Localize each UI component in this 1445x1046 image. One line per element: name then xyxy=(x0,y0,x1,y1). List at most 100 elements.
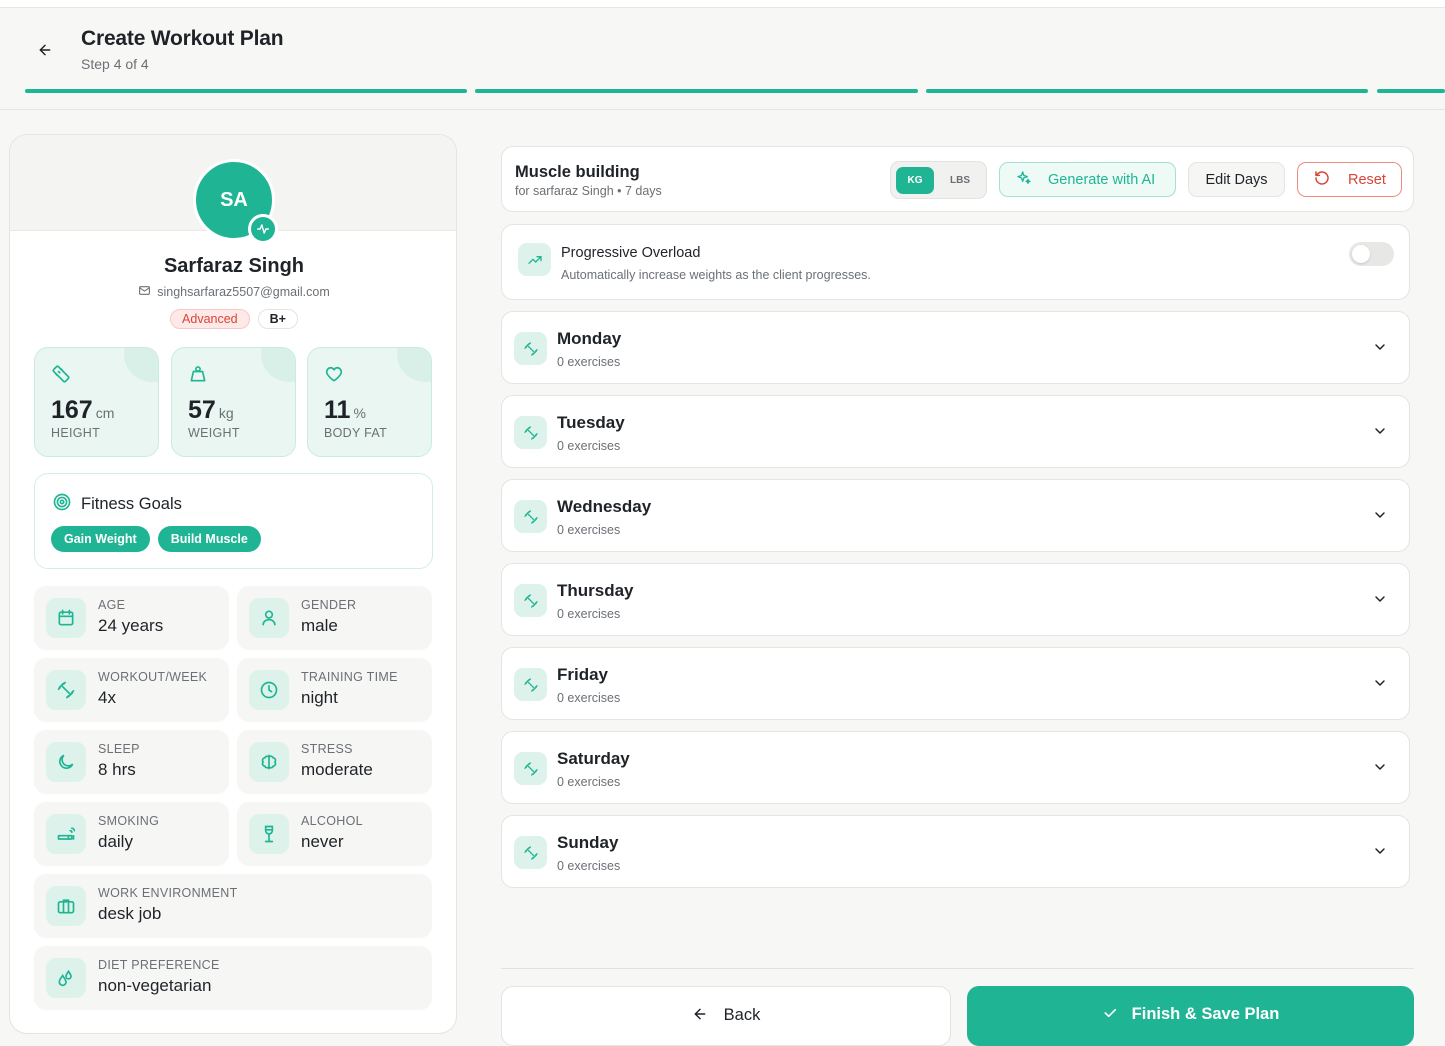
info-value: 8 hrs xyxy=(98,760,136,779)
reset-button[interactable]: Reset xyxy=(1297,162,1402,197)
stat-label: WEIGHT xyxy=(188,426,240,440)
day-exercise-count: 0 exercises xyxy=(557,355,621,369)
info-smoking: SMOKING daily xyxy=(34,802,229,866)
chevron-down-icon[interactable] xyxy=(1372,843,1388,864)
wine-icon xyxy=(249,814,289,854)
chevron-down-icon[interactable] xyxy=(1372,339,1388,360)
target-icon xyxy=(52,492,72,517)
day-card-saturday[interactable]: Saturday 0 exercises xyxy=(501,731,1410,804)
day-exercise-count: 0 exercises xyxy=(557,775,621,789)
day-exercise-count: 0 exercises xyxy=(557,607,621,621)
dumbbell-icon xyxy=(514,332,547,365)
info-stress: STRESS moderate xyxy=(237,730,432,794)
day-exercise-count: 0 exercises xyxy=(557,859,621,873)
briefcase-icon xyxy=(46,886,86,926)
brain-icon xyxy=(249,742,289,782)
goal-chip: Gain Weight xyxy=(51,526,150,552)
footer-divider xyxy=(501,968,1414,969)
progressive-overload-title: Progressive Overload xyxy=(561,245,701,261)
unit-lbs-button[interactable]: LBS xyxy=(941,167,979,194)
stat-card-height: 167 cm HEIGHT xyxy=(34,347,159,457)
info-value: moderate xyxy=(301,760,373,779)
info-label: SLEEP xyxy=(98,742,140,756)
progress-segment-3 xyxy=(926,89,1368,93)
day-card-tuesday[interactable]: Tuesday 0 exercises xyxy=(501,395,1410,468)
chevron-down-icon[interactable] xyxy=(1372,759,1388,780)
day-name: Wednesday xyxy=(557,497,652,516)
info-label: ALCOHOL xyxy=(301,814,363,828)
finish-save-plan-button[interactable]: Finish & Save Plan xyxy=(967,986,1414,1046)
stat-unit: cm xyxy=(95,405,115,421)
day-name: Tuesday xyxy=(557,413,625,432)
edit-days-button[interactable]: Edit Days xyxy=(1188,162,1285,197)
day-card-monday[interactable]: Monday 0 exercises xyxy=(501,311,1410,384)
generate-with-ai-label: Generate with AI xyxy=(1048,171,1156,188)
day-exercise-count: 0 exercises xyxy=(557,439,621,453)
dumbbell-icon xyxy=(514,752,547,785)
info-label: TRAINING TIME xyxy=(301,670,398,684)
info-sleep: SLEEP 8 hrs xyxy=(34,730,229,794)
info-value: 24 years xyxy=(98,616,164,635)
fitness-goals-title: Fitness Goals xyxy=(81,495,182,513)
dumbbell-icon xyxy=(514,836,547,869)
info-age: AGE 24 years xyxy=(34,586,229,650)
progress-segment-1 xyxy=(25,89,467,93)
info-value: desk job xyxy=(98,904,162,923)
day-exercise-count: 0 exercises xyxy=(557,691,621,705)
mail-icon xyxy=(138,284,151,300)
trending-up-icon xyxy=(518,243,551,276)
fitness-goals-card: Fitness Goals Gain Weight Build Muscle xyxy=(34,473,433,569)
info-gender: GENDER male xyxy=(237,586,432,650)
plan-header-bar: Muscle building for sarfaraz Singh • 7 d… xyxy=(501,146,1414,212)
user-icon xyxy=(249,598,289,638)
progressive-overload-description: Automatically increase weights as the cl… xyxy=(561,268,871,282)
chevron-down-icon[interactable] xyxy=(1372,507,1388,528)
stat-value: 11 xyxy=(324,396,351,424)
reset-label: Reset xyxy=(1348,171,1386,188)
info-label: GENDER xyxy=(301,598,357,612)
generate-with-ai-button[interactable]: Generate with AI xyxy=(999,162,1176,197)
chevron-down-icon[interactable] xyxy=(1372,591,1388,612)
day-card-wednesday[interactable]: Wednesday 0 exercises xyxy=(501,479,1410,552)
day-card-thursday[interactable]: Thursday 0 exercises xyxy=(501,563,1410,636)
chevron-down-icon[interactable] xyxy=(1372,675,1388,696)
plan-title: Muscle building xyxy=(515,163,640,181)
info-value: daily xyxy=(98,832,133,851)
plan-subtitle: for sarfaraz Singh • 7 days xyxy=(515,184,662,198)
stat-unit: % xyxy=(353,405,366,421)
info-training-time: TRAINING TIME night xyxy=(237,658,432,722)
dumbbell-icon xyxy=(514,416,547,449)
calendar-icon xyxy=(46,598,86,638)
stat-label: HEIGHT xyxy=(51,426,101,440)
chevron-down-icon[interactable] xyxy=(1372,423,1388,444)
back-button[interactable]: Back xyxy=(501,986,951,1046)
info-label: AGE xyxy=(98,598,126,612)
day-card-sunday[interactable]: Sunday 0 exercises xyxy=(501,815,1410,888)
info-value: non-vegetarian xyxy=(98,976,212,995)
info-value: never xyxy=(301,832,344,851)
unit-kg-button[interactable]: KG xyxy=(896,167,934,194)
level-badge: Advanced xyxy=(170,309,250,329)
info-label: WORKOUT/WEEK xyxy=(98,670,208,684)
toggle-knob xyxy=(1352,245,1370,263)
day-name: Friday xyxy=(557,665,609,684)
info-label: WORK ENVIRONMENT xyxy=(98,886,238,900)
blood-type-badge: B+ xyxy=(257,309,298,329)
back-arrow-icon[interactable] xyxy=(34,39,56,61)
day-card-friday[interactable]: Friday 0 exercises xyxy=(501,647,1410,720)
dumbbell-icon xyxy=(514,584,547,617)
arrow-left-icon xyxy=(692,1006,708,1027)
weight-icon xyxy=(188,364,208,389)
info-value: night xyxy=(301,688,338,707)
client-name: Sarfaraz Singh xyxy=(163,255,305,277)
droplets-icon xyxy=(46,958,86,998)
day-name: Saturday xyxy=(557,749,630,768)
moon-icon xyxy=(46,742,86,782)
stat-value: 167 xyxy=(51,396,93,424)
progressive-overload-toggle[interactable] xyxy=(1349,242,1394,266)
progress-segment-2 xyxy=(475,89,918,93)
page-header: Create Workout Plan Step 4 of 4 xyxy=(0,9,1445,110)
back-label: Back xyxy=(723,1006,761,1024)
client-profile-card: SA Sarfaraz Singh singhsarfaraz5507@gmai… xyxy=(9,134,457,1034)
ruler-icon xyxy=(51,364,71,389)
